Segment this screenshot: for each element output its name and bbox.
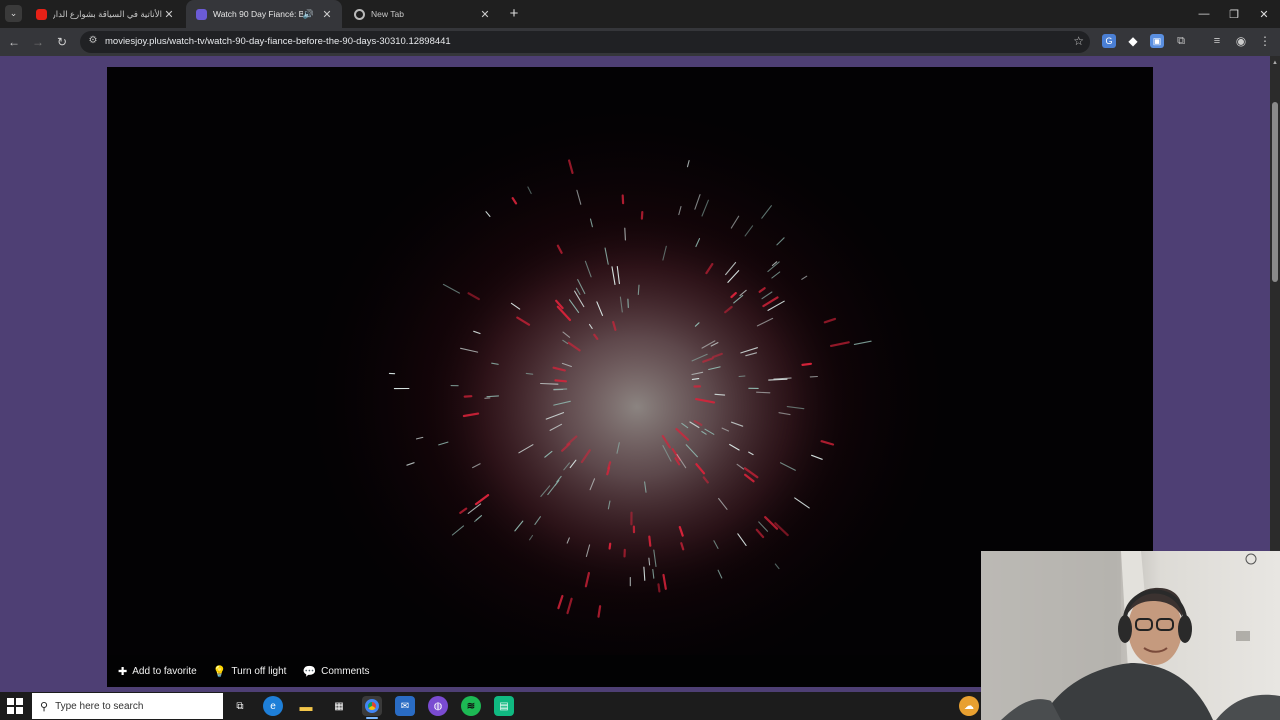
plus-icon: + — [509, 5, 519, 22]
reload-icon: ↻ — [56, 35, 68, 49]
windows-start-icon[interactable] — [7, 698, 23, 714]
reload-button[interactable]: ↻ — [53, 33, 71, 51]
close-icon[interactable]: ✕ — [320, 8, 334, 21]
tab-moviesjoy[interactable]: Watch 90 Day Fiancé: Befor 🔊 ✕ — [186, 0, 342, 28]
bulb-icon: 💡 — [212, 665, 227, 678]
firework-spark — [738, 375, 746, 378]
firework-spark — [637, 284, 640, 296]
tab-title: New Tab — [371, 9, 404, 19]
webcam-overlay — [981, 551, 1280, 720]
back-arrow-icon: ← — [8, 35, 20, 49]
tab-strip: ⌄ الأناتية في السياقة بشوارع الداراال ✕ … — [0, 0, 1280, 28]
scroll-up-icon[interactable]: ▲ — [1272, 60, 1278, 66]
comments-icon: 💬 — [302, 665, 317, 678]
chrome-taskbar-icon[interactable] — [362, 696, 382, 716]
back-button[interactable]: ← — [5, 33, 23, 51]
firework-spark — [554, 379, 567, 383]
forward-button[interactable]: → — [29, 33, 47, 51]
game-app-icon[interactable]: ▤ — [494, 696, 514, 716]
firework-spark — [540, 382, 559, 385]
firework-spark — [648, 557, 651, 566]
messenger-icon[interactable]: ◍ — [428, 696, 448, 716]
edge-icon[interactable]: e — [263, 696, 283, 716]
browser-toolbar: ← → ↻ ⚙ moviesjoy.plus/watch-tv/watch-90… — [0, 28, 1280, 56]
url-text[interactable]: moviesjoy.plus/watch-tv/watch-90-day-fia… — [105, 36, 451, 47]
site-info-icon[interactable]: ⚙ — [86, 35, 100, 49]
active-app-indicator — [366, 717, 378, 719]
address-bar[interactable]: ⚙ moviesjoy.plus/watch-tv/watch-90-day-f… — [80, 31, 1090, 53]
firework-spark — [801, 362, 813, 366]
file-explorer-icon[interactable]: ▬ — [296, 696, 316, 716]
mail-icon[interactable]: ✉ — [395, 696, 415, 716]
tab-search-button[interactable]: ⌄ — [5, 5, 22, 22]
close-window-button[interactable]: ✕ — [1248, 0, 1280, 28]
weather-icon[interactable]: ☁ — [959, 696, 979, 716]
chevron-down-icon: ⌄ — [9, 8, 18, 18]
menu-kebab-icon[interactable]: ⋮ — [1258, 34, 1272, 48]
chrome-icon — [354, 8, 365, 20]
tab-new-tab[interactable]: New Tab ✕ — [344, 0, 500, 28]
firework-spark — [624, 227, 626, 241]
bookmark-star-icon[interactable]: ☆ — [1073, 34, 1084, 48]
image-extension-icon[interactable]: ▣ — [1150, 34, 1164, 48]
restore-button[interactable]: ❐ — [1218, 0, 1250, 28]
new-tab-button[interactable]: + — [504, 4, 524, 24]
media-control-icon[interactable]: ≡ — [1210, 34, 1224, 48]
profile-icon[interactable]: ◉ — [1234, 34, 1248, 48]
extensions-puzzle-icon[interactable]: ⧉ — [1174, 34, 1188, 48]
microsoft-store-icon[interactable]: ▦ — [329, 696, 349, 716]
firework-spark — [648, 535, 652, 547]
scrollbar-thumb[interactable] — [1272, 102, 1278, 282]
turn-off-light-button[interactable]: 💡 Turn off light — [213, 665, 287, 678]
diamond-extension-icon[interactable]: ◆ — [1126, 34, 1140, 48]
forward-arrow-icon: → — [32, 35, 44, 49]
translate-extension-icon[interactable]: G — [1102, 34, 1116, 48]
close-icon[interactable]: ✕ — [162, 8, 176, 21]
close-icon[interactable]: ✕ — [478, 8, 492, 21]
minimize-icon: — — [1198, 8, 1210, 20]
search-icon: ⚲ — [40, 700, 49, 713]
comments-label: Comments — [321, 665, 370, 677]
taskbar-search-placeholder: Type here to search — [55, 700, 144, 712]
chrome-icon — [365, 699, 379, 713]
add-to-favorite-label: Add to favorite — [132, 665, 197, 677]
speaker-icon[interactable]: 🔊 — [303, 9, 314, 20]
youtube-icon — [36, 8, 47, 20]
add-to-favorite-button[interactable]: ✚ Add to favorite — [118, 665, 197, 678]
comments-button[interactable]: 💬 Comments — [302, 665, 369, 678]
moviesjoy-icon — [196, 8, 207, 20]
firework-spark — [608, 542, 612, 550]
spotify-icon[interactable]: ≋ — [461, 696, 481, 716]
tab-youtube[interactable]: الأناتية في السياقة بشوارع الداراال ✕ — [26, 0, 184, 28]
firework-spark — [756, 391, 771, 394]
task-view-icon[interactable]: ⧉ — [230, 696, 250, 716]
minimize-button[interactable]: — — [1188, 0, 1220, 28]
taskbar-search-box[interactable]: ⚲ Type here to search — [32, 693, 223, 719]
tab-title: الأناتية في السياقة بشوارع الداراال — [53, 8, 162, 19]
turn-off-light-label: Turn off light — [231, 665, 287, 677]
tab-title: Watch 90 Day Fiancé: Befor — [213, 9, 303, 19]
close-icon: ✕ — [1259, 8, 1269, 21]
restore-icon: ❐ — [1229, 8, 1239, 21]
plus-icon: ✚ — [118, 665, 128, 678]
firework-spark — [657, 583, 661, 593]
